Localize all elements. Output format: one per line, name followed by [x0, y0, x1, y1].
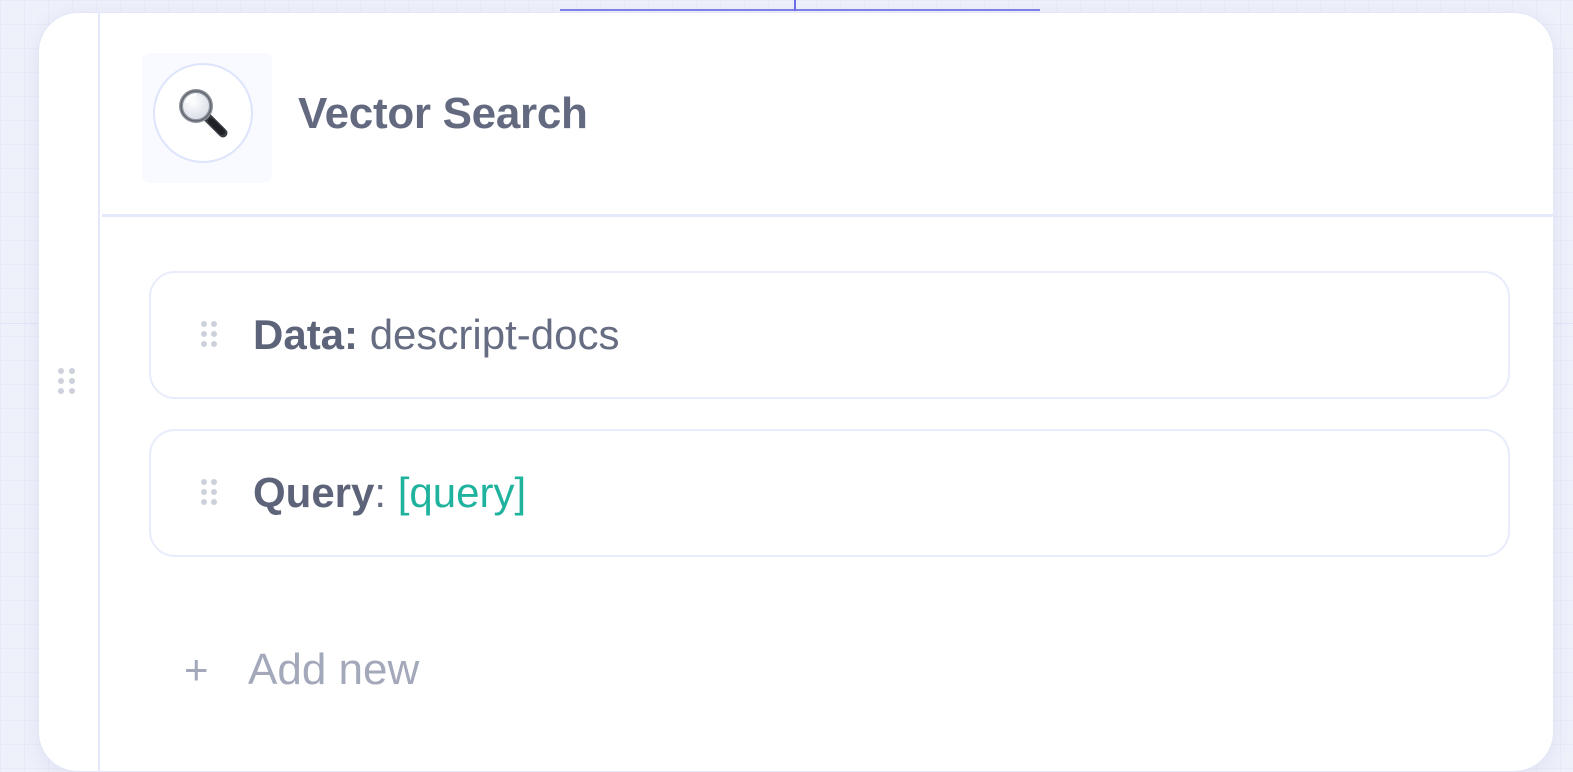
- connection-edge: [560, 0, 1040, 11]
- param-variable-value: [query]: [397, 469, 527, 516]
- param-drag-handle-icon[interactable]: [201, 479, 217, 505]
- connection-edge-stem: [794, 0, 796, 11]
- node-title: Vector Search: [298, 89, 588, 138]
- param-row-query[interactable]: Query: [query]: [149, 429, 1510, 557]
- param-drag-handle-icon[interactable]: [201, 321, 217, 347]
- node-drag-handle-icon[interactable]: [58, 368, 75, 394]
- node-drag-rail[interactable]: [39, 13, 100, 771]
- param-separator: :: [374, 469, 398, 516]
- param-value: descript-docs: [358, 311, 620, 358]
- magnifying-glass-icon: [179, 89, 228, 138]
- vector-search-node[interactable]: Vector Search Data: descript-docs Query:…: [38, 12, 1554, 772]
- param-text: Data: descript-docs: [253, 311, 619, 359]
- param-key: Data:: [253, 311, 359, 358]
- param-row-data[interactable]: Data: descript-docs: [149, 271, 1510, 399]
- add-new-button[interactable]: + Add new: [184, 645, 419, 695]
- canvas-divider-left: [0, 323, 40, 324]
- param-key: Query: [253, 469, 375, 516]
- node-icon-circle: [153, 63, 253, 163]
- node-icon-tile: [142, 53, 272, 183]
- add-new-label: Add new: [248, 645, 420, 694]
- param-text: Query: [query]: [253, 469, 526, 517]
- node-params: Data: descript-docs Query: [query] + Add…: [102, 217, 1553, 771]
- node-header: Vector Search: [102, 13, 1553, 217]
- plus-icon: +: [184, 646, 209, 693]
- canvas-divider-right: [1553, 323, 1573, 324]
